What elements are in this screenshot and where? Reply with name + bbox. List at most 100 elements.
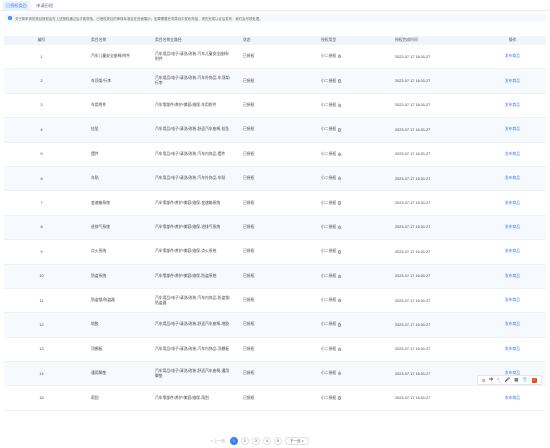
- publish-product-link[interactable]: 发布商品: [479, 54, 546, 59]
- cell-no: 6: [40, 176, 43, 181]
- header-time: 授权完成时间: [395, 38, 418, 42]
- page-4-button[interactable]: 4: [262, 437, 271, 445]
- cell-no: 14: [39, 371, 44, 376]
- publish-product-link[interactable]: 发布商品: [479, 249, 546, 254]
- type-label: 小二授权: [321, 200, 337, 205]
- cell-no: 10: [39, 274, 44, 279]
- keyboard-icon[interactable]: ▦: [514, 377, 518, 383]
- help-icon[interactable]: ?: [337, 274, 342, 278]
- publish-product-link[interactable]: 发布商品: [479, 225, 546, 230]
- publish-product-link[interactable]: 发布商品: [479, 396, 546, 401]
- cell-type: 小二授权?: [307, 54, 381, 59]
- help-icon[interactable]: ?: [337, 396, 342, 400]
- cell-type: 小二授权?: [307, 201, 381, 206]
- table-row: 9 点火系统 汽车零部件/养护/美容/维保-点火系统 已授权 小二授权? 2023-07-…: [4, 240, 546, 265]
- cell-name: 车顶架/行李: [91, 78, 112, 83]
- help-icon[interactable]: ?: [337, 298, 342, 303]
- cell-type: 小二授权?: [307, 322, 381, 327]
- publish-product-link[interactable]: 发布商品: [479, 176, 546, 181]
- tab-separator: ›: [30, 3, 33, 8]
- table-row: 6 车贴 汽车用品/电子/清洗/改装-汽车外饰品-车贴 已授权 小二授权? 2023-07…: [4, 166, 546, 192]
- cell-path: 汽车用品/电子/清洗/改装-汽车外饰品-车贴: [155, 176, 226, 181]
- type-label: 小二授权: [321, 224, 337, 229]
- ime-language-toggle[interactable]: 中: [489, 377, 494, 383]
- cell-time: 2023-07-17 16:31:27: [395, 249, 431, 254]
- prev-page-button[interactable]: < 上一页: [209, 439, 227, 444]
- table-row: 5 摆件 汽车用品/电子/清洗/改装-汽车内饰品-摆件 已授权 小二授权? 2023-07…: [4, 142, 546, 167]
- cell-name: 变速箱系统: [91, 200, 110, 205]
- help-icon[interactable]: ?: [337, 201, 342, 205]
- header-op: 操作: [508, 38, 517, 42]
- publish-product-link[interactable]: 发布商品: [479, 79, 546, 84]
- publish-product-link[interactable]: 发布商品: [479, 152, 546, 157]
- help-icon[interactable]: ?: [337, 371, 342, 376]
- type-label: 小二授权: [321, 102, 337, 107]
- type-label: 小二授权: [321, 127, 337, 132]
- help-icon[interactable]: ?: [337, 225, 342, 230]
- help-icon[interactable]: ?: [337, 323, 342, 327]
- header-type: 授权类型: [321, 38, 337, 42]
- cell-name: 进排气系统: [91, 224, 110, 229]
- page-2-button[interactable]: 2: [240, 437, 249, 445]
- help-icon[interactable]: ?: [337, 152, 342, 156]
- cell-type: 小二授权?: [307, 274, 381, 279]
- table-row: 10 防盗系统 汽车零部件/养护/美容/维保-防盗系统 已授权 小二授权? 2023-07…: [4, 264, 546, 289]
- cell-path: 汽车用品/电子/清洗/改装-舒适汽车座椅-地胶: [155, 322, 230, 327]
- page-3-button[interactable]: 3: [251, 437, 260, 445]
- type-label: 小二授权: [321, 151, 337, 156]
- cell-type: 小二授权?: [307, 79, 381, 84]
- cell-no: 13: [39, 347, 44, 352]
- cell-time: 2023-07-17 16:31:27: [395, 274, 431, 279]
- cell-time: 2023-07-17 16:31:27: [395, 298, 431, 303]
- table-body: 1 汽车儿童安全座椅/附件 汽车用品/电子/清洗/改装-汽车儿童安全座椅/附件 已授权…: [4, 45, 546, 411]
- cell-path: 汽车零部件/养护/美容/维保-雨刮: [155, 395, 209, 400]
- ime-toolbar: S 中 °, 🎤 ▦ 👕 ✓: [477, 375, 542, 385]
- cell-type: 小二授权?: [307, 225, 381, 230]
- cell-path: 汽车零部件/养护/美容/维保-点火系统: [155, 249, 217, 254]
- help-icon[interactable]: ?: [337, 128, 342, 132]
- publish-product-link[interactable]: 发布商品: [479, 322, 546, 327]
- cell-time: 2023-07-17 16:31:27: [395, 54, 431, 59]
- publish-product-link[interactable]: 发布商品: [479, 274, 546, 279]
- publish-product-link[interactable]: 发布商品: [479, 103, 546, 108]
- help-icon[interactable]: ?: [337, 54, 342, 59]
- tab-authorized-categories[interactable]: 已授权类目: [3, 1, 30, 10]
- type-label: 小二授权: [321, 54, 337, 59]
- cell-status: 已授权: [243, 200, 255, 205]
- cell-path: 汽车零部件/养护/美容/维保-变速箱系统: [155, 200, 221, 205]
- ime-punctuation-icon[interactable]: °,: [497, 378, 500, 383]
- type-label: 小二授权: [321, 176, 337, 181]
- cell-status: 已授权: [243, 249, 255, 254]
- cell-type: 小二授权?: [307, 396, 381, 401]
- help-icon[interactable]: ?: [337, 250, 342, 254]
- next-page-button[interactable]: 下一页 >: [284, 437, 309, 445]
- type-label: 小二授权: [321, 395, 337, 400]
- help-icon[interactable]: ?: [337, 176, 342, 181]
- tab-application-history[interactable]: 申请历程: [33, 1, 56, 10]
- microphone-icon[interactable]: 🎤: [505, 377, 511, 383]
- publish-product-link[interactable]: 发布商品: [479, 298, 546, 303]
- page-1-button[interactable]: 1: [229, 437, 238, 445]
- sogou-logo-icon[interactable]: S: [482, 378, 485, 383]
- help-icon[interactable]: ?: [337, 79, 342, 83]
- cell-time: 2023-07-17 16:31:27: [395, 225, 431, 230]
- header-name: 类目名称: [91, 38, 107, 42]
- tab-bar: 已授权类目 › 申请历程: [0, 0, 550, 11]
- publish-product-link[interactable]: 发布商品: [479, 347, 546, 352]
- cell-path: 汽车零部件/养护/美容/维保-车用附件: [155, 102, 217, 107]
- cell-no: 9: [40, 249, 43, 254]
- type-label: 小二授权: [321, 346, 337, 351]
- check-icon[interactable]: ✓: [531, 377, 537, 383]
- help-icon[interactable]: ?: [337, 347, 342, 352]
- cell-no: 8: [40, 225, 43, 230]
- table-row: 11 防盗锁/防盗器 汽车用品/电子/清洗/改装-汽车内饰品-防盗锁/防盗器 已授权 小…: [4, 288, 546, 314]
- cell-time: 2023-07-17 16:31:27: [395, 176, 431, 181]
- cell-status: 已授权: [243, 102, 255, 107]
- skin-icon[interactable]: 👕: [522, 377, 528, 383]
- table-row: 8 进排气系统 汽车零部件/养护/美容/维保-进排气系统 已授权 小二授权? 2023-0…: [4, 215, 546, 241]
- publish-product-link[interactable]: 发布商品: [479, 127, 546, 132]
- cell-type: 小二授权?: [307, 152, 381, 157]
- help-icon[interactable]: ?: [337, 103, 342, 108]
- publish-product-link[interactable]: 发布商品: [479, 201, 546, 206]
- page-5-button[interactable]: 5: [273, 437, 282, 445]
